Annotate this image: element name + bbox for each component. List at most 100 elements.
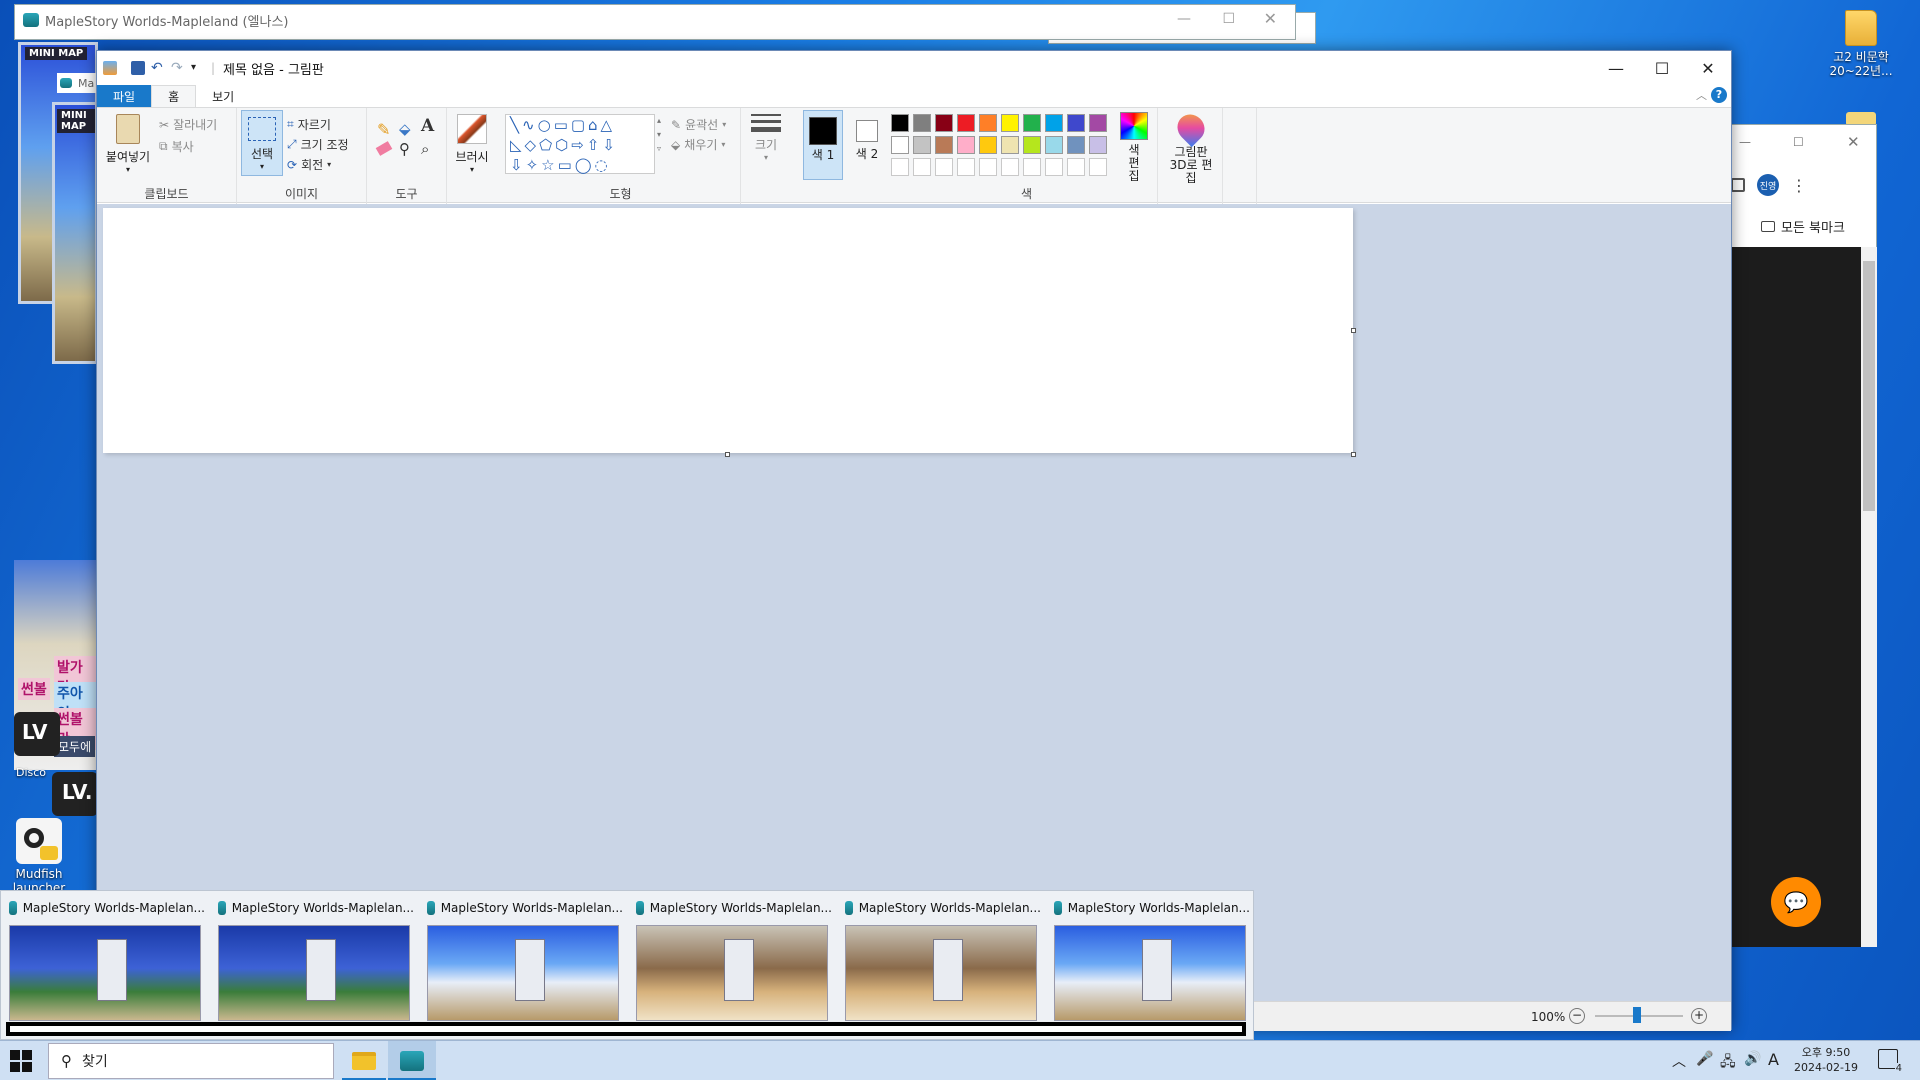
minimize-icon[interactable]: — — [1177, 11, 1191, 27]
custom-color-slot[interactable] — [979, 158, 997, 176]
custom-color-slot[interactable] — [957, 158, 975, 176]
save-icon[interactable] — [131, 61, 145, 75]
clock[interactable]: 오후 9:50 2024-02-19 — [1790, 1045, 1862, 1075]
notification-icon[interactable]: 4 — [1878, 1049, 1903, 1074]
chevron-up-icon[interactable]: ︿ — [1672, 1051, 1686, 1071]
paint-window[interactable]: ↶ ↷ ▾ | 제목 없음 - 그림판 — ☐ ✕ 파일 홈 보기 ︿ ? 붙여… — [96, 50, 1732, 1031]
color-picker-icon[interactable]: ⚲ — [399, 140, 410, 158]
desktop-icon-folder[interactable]: 고2 비문학 20~22년... — [1816, 10, 1906, 78]
resize-handle-right[interactable] — [1351, 328, 1356, 333]
title-bar[interactable]: ↶ ↷ ▾ | 제목 없음 - 그림판 — ☐ ✕ — [97, 51, 1731, 85]
brushes-button[interactable]: 브러시 ▾ — [451, 114, 493, 174]
drawing-canvas[interactable] — [103, 208, 1353, 453]
undo-icon[interactable]: ↶ — [151, 61, 165, 75]
maximize-icon[interactable]: ☐ — [1793, 135, 1804, 149]
microphone-icon[interactable]: 🎤 — [1696, 1051, 1713, 1067]
palette-swatch[interactable] — [1045, 114, 1063, 132]
redo-icon[interactable]: ↷ — [171, 61, 185, 75]
palette-swatch[interactable] — [957, 136, 975, 154]
rotate-button[interactable]: ⟳ 회전 ▾ — [287, 156, 331, 173]
profile-avatar[interactable]: 진영 — [1757, 174, 1779, 196]
palette-swatch[interactable] — [1045, 136, 1063, 154]
network-icon[interactable]: 🖧 — [1720, 1051, 1736, 1075]
tab-home[interactable]: 홈 — [151, 85, 197, 107]
custom-color-slot[interactable] — [1045, 158, 1063, 176]
palette-swatch[interactable] — [1067, 114, 1085, 132]
collapse-ribbon-icon[interactable]: ︿ — [1696, 87, 1707, 103]
window-preview[interactable]: MapleStory Worlds-Maplelan... — [1046, 891, 1254, 1041]
maple-window-back[interactable]: MapleStory Worlds-Mapleland (엘나스) — ☐ ✕ — [14, 4, 1296, 40]
preview-thumbnail[interactable] — [636, 925, 828, 1021]
preview-thumbnail[interactable] — [218, 925, 410, 1021]
gallery-scroll-icon[interactable]: ▴ ▾ ▿ — [657, 114, 661, 156]
palette-swatch[interactable] — [1089, 114, 1107, 132]
preview-thumbnail[interactable] — [9, 925, 201, 1021]
window-preview[interactable]: MapleStory Worlds-Maplelan... — [628, 891, 836, 1041]
help-icon[interactable]: ? — [1711, 87, 1727, 103]
custom-color-slot[interactable] — [1001, 158, 1019, 176]
palette-swatch[interactable] — [1089, 136, 1107, 154]
palette-swatch[interactable] — [1001, 136, 1019, 154]
eraser-icon[interactable] — [375, 141, 393, 156]
close-icon[interactable]: ✕ — [1847, 133, 1860, 151]
window-preview[interactable]: MapleStory Worlds-Maplelan... — [837, 891, 1045, 1041]
windows-start-icon[interactable] — [10, 1050, 32, 1072]
cut-button[interactable]: ✂ 잘라내기 — [159, 116, 217, 133]
paint3d-button[interactable]: 그림판 3D로 편집 — [1162, 108, 1220, 185]
color2-button[interactable]: 색 2 — [847, 110, 887, 180]
palette-swatch[interactable] — [913, 114, 931, 132]
preview-thumbnail[interactable] — [427, 925, 619, 1021]
palette-swatch[interactable] — [979, 136, 997, 154]
sidepanel-icon[interactable] — [1731, 178, 1745, 192]
chat-bubble-icon[interactable]: 💬 — [1771, 877, 1821, 927]
edit-colors-button[interactable]: 색 편집 — [1115, 112, 1153, 183]
palette-swatch[interactable] — [1023, 114, 1041, 132]
browser-content[interactable]: 💬 — [1721, 247, 1861, 947]
resize-handle-corner[interactable] — [1351, 452, 1356, 457]
game-window-fragment[interactable]: MINI MAP — [52, 102, 98, 364]
canvas-area[interactable] — [97, 204, 1731, 1001]
file-explorer-button[interactable] — [342, 1041, 386, 1080]
maximize-icon[interactable]: ☐ — [1222, 11, 1235, 27]
magnifier-icon[interactable]: ⌕ — [421, 140, 429, 158]
palette-swatch[interactable] — [1001, 114, 1019, 132]
text-icon[interactable]: A — [421, 116, 434, 136]
preview-thumbnail[interactable] — [845, 925, 1037, 1021]
desktop-icon-mudfish[interactable]: Mudfish launcher — [0, 818, 78, 895]
browser-window[interactable]: — ☐ ✕ 진영 ⋮ 모든 북마크 💬 — [1720, 124, 1877, 947]
maplestory-taskbar-button[interactable] — [388, 1041, 436, 1080]
volume-icon[interactable]: 🔊 — [1744, 1051, 1761, 1067]
shapes-gallery[interactable]: ╲∿○▭▢⌂△ ◺◇⬠⬡⇨⇧⇩ ⇩✧☆▭◯◌ — [505, 114, 655, 174]
resize-handle-bottom[interactable] — [725, 452, 730, 457]
palette-swatch[interactable] — [1023, 136, 1041, 154]
tab-file[interactable]: 파일 — [97, 85, 152, 107]
palette-swatch[interactable] — [1067, 136, 1085, 154]
ime-indicator[interactable]: A — [1768, 1050, 1779, 1069]
resize-button[interactable]: ⤢ 크기 조정 — [287, 136, 349, 153]
close-button[interactable]: ✕ — [1685, 51, 1731, 85]
palette-swatch[interactable] — [957, 114, 975, 132]
custom-color-slot[interactable] — [1023, 158, 1041, 176]
zoom-slider-thumb[interactable] — [1633, 1007, 1641, 1023]
preview-thumbnail[interactable] — [1054, 925, 1246, 1021]
paste-button[interactable]: 붙여넣기 ▾ — [103, 114, 153, 174]
zoom-in-icon[interactable]: + — [1691, 1008, 1707, 1024]
palette-swatch[interactable] — [891, 136, 909, 154]
custom-color-slot[interactable] — [891, 158, 909, 176]
zoom-out-icon[interactable]: − — [1569, 1008, 1585, 1024]
tab-view[interactable]: 보기 — [196, 85, 250, 107]
custom-color-slot[interactable] — [913, 158, 931, 176]
pencil-icon[interactable]: ✎ — [377, 120, 390, 139]
palette-swatch[interactable] — [913, 136, 931, 154]
fill-button[interactable]: ⬙ 채우기 ▾ — [671, 136, 725, 153]
custom-color-slot[interactable] — [935, 158, 953, 176]
custom-color-slot[interactable] — [1089, 158, 1107, 176]
palette-swatch[interactable] — [935, 136, 953, 154]
window-preview[interactable]: MapleStory Worlds-Maplelan... — [210, 891, 418, 1041]
maximize-button[interactable]: ☐ — [1639, 51, 1685, 85]
palette-swatch[interactable] — [891, 114, 909, 132]
fill-bucket-icon[interactable]: ⬙ — [399, 120, 411, 138]
outline-button[interactable]: ✎ 윤곽선 ▾ — [671, 116, 726, 133]
select-button[interactable]: 선택 ▾ — [241, 110, 283, 176]
menu-icon[interactable]: ⋮ — [1791, 176, 1807, 195]
